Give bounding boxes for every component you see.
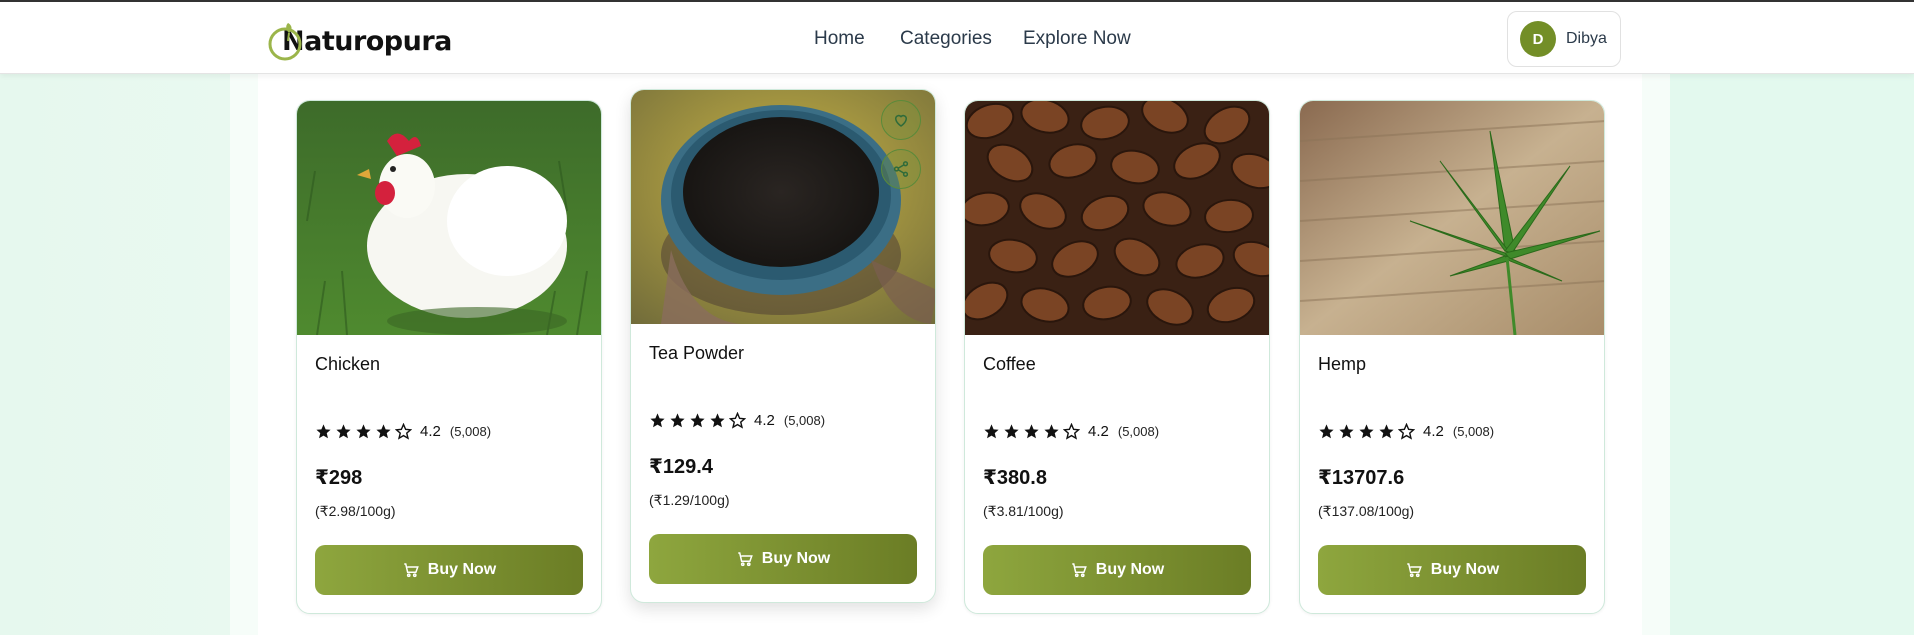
product-name: Hemp [1318, 354, 1367, 374]
star-outline-icon [1398, 423, 1415, 440]
product-price: ₹380.8 [983, 467, 1047, 489]
leaf-logo-icon [266, 19, 304, 61]
star-filled-icon [336, 424, 351, 439]
nav-explore-now[interactable]: Explore Now [1023, 28, 1131, 50]
star-outline-icon [395, 423, 412, 440]
unit-price: (₹137.08/100g) [1318, 503, 1415, 519]
user-menu-button[interactable]: D Dibya [1507, 11, 1621, 67]
wishlist-button[interactable] [881, 100, 921, 140]
star-filled-icon [710, 413, 725, 428]
rating-stars [1318, 423, 1415, 440]
star-outline-icon [729, 412, 746, 429]
unit-price: (₹2.98/100g) [315, 503, 396, 519]
buy-now-label: Buy Now [1430, 561, 1500, 578]
heart-icon [894, 114, 908, 127]
product-card-chicken[interactable]: Chicken 4.2 (5,008) ₹298 (₹2.98/100g) Bu… [296, 100, 602, 614]
star-filled-icon [1004, 424, 1019, 439]
unit-price: (₹1.29/100g) [649, 492, 730, 508]
star-filled-icon [670, 413, 685, 428]
top-navbar: Naturopura Home Categories Explore Now D… [0, 0, 1914, 74]
product-card-tea-powder[interactable]: Tea Powder 4.2 (5,008) ₹129.4 (₹1.29/100… [630, 89, 936, 603]
buy-now-button[interactable]: Buy Now [315, 545, 583, 595]
buy-now-button[interactable]: Buy Now [983, 545, 1251, 595]
product-rating: 4.2 (5,008) [983, 423, 1159, 440]
product-image-hemp[interactable] [1300, 101, 1604, 335]
review-count: (5,008) [1117, 424, 1160, 439]
buy-now-label: Buy Now [1095, 561, 1165, 578]
review-count: (5,008) [783, 413, 826, 428]
rating-stars [983, 423, 1080, 440]
user-name: Dibya [1566, 30, 1607, 47]
star-filled-icon [1024, 424, 1039, 439]
star-filled-icon [690, 413, 705, 428]
cart-icon [1072, 563, 1087, 578]
brand-logo[interactable]: Naturopura [266, 18, 452, 62]
product-image-chicken[interactable] [297, 101, 601, 335]
star-filled-icon [1339, 424, 1354, 439]
product-rating: 4.2 (5,008) [315, 423, 491, 440]
rating-value: 4.2 [754, 412, 775, 429]
share-button[interactable] [881, 149, 921, 189]
product-name: Tea Powder [649, 343, 745, 363]
buy-now-label: Buy Now [761, 550, 831, 567]
product-price: ₹13707.6 [1318, 467, 1405, 489]
nav-home[interactable]: Home [814, 28, 865, 50]
cart-icon [404, 563, 419, 578]
star-filled-icon [1319, 424, 1334, 439]
star-filled-icon [1359, 424, 1374, 439]
star-filled-icon [1044, 424, 1059, 439]
star-filled-icon [1379, 424, 1394, 439]
brand-name: Naturopura [282, 25, 452, 57]
star-outline-icon [1063, 423, 1080, 440]
product-rating: 4.2 (5,008) [1318, 423, 1494, 440]
rating-stars [649, 412, 746, 429]
nav-categories[interactable]: Categories [900, 28, 992, 50]
star-filled-icon [650, 413, 665, 428]
avatar: D [1520, 21, 1556, 57]
rating-value: 4.2 [1088, 423, 1109, 440]
product-card-coffee[interactable]: Coffee 4.2 (5,008) ₹380.8 (₹3.81/100g) B… [964, 100, 1270, 614]
cart-icon [738, 552, 753, 567]
rating-value: 4.2 [420, 423, 441, 440]
product-card-hemp[interactable]: Hemp 4.2 (5,008) ₹13707.6 (₹137.08/100g)… [1299, 100, 1605, 614]
cart-icon [1407, 563, 1422, 578]
page-background-right [1670, 0, 1914, 635]
share-icon [893, 161, 909, 177]
product-rating: 4.2 (5,008) [649, 412, 825, 429]
product-name: Coffee [983, 354, 1036, 374]
product-price: ₹298 [315, 467, 363, 489]
page-background-left [0, 0, 230, 635]
buy-now-button[interactable]: Buy Now [649, 534, 917, 584]
unit-price: (₹3.81/100g) [983, 503, 1064, 519]
star-filled-icon [356, 424, 371, 439]
star-filled-icon [376, 424, 391, 439]
buy-now-button[interactable]: Buy Now [1318, 545, 1586, 595]
star-filled-icon [316, 424, 331, 439]
rating-value: 4.2 [1423, 423, 1444, 440]
product-price: ₹129.4 [649, 456, 713, 478]
rating-stars [315, 423, 412, 440]
buy-now-label: Buy Now [427, 561, 497, 578]
review-count: (5,008) [1452, 424, 1495, 439]
review-count: (5,008) [449, 424, 492, 439]
product-name: Chicken [315, 354, 381, 374]
star-filled-icon [984, 424, 999, 439]
product-image-coffee[interactable] [965, 101, 1269, 335]
